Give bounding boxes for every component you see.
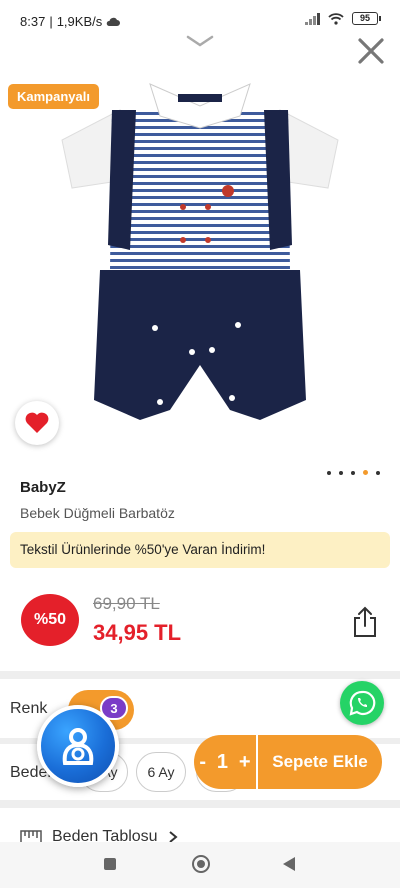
status-time: 8:37 — [20, 14, 46, 29]
status-separator: | — [49, 14, 53, 29]
battery-icon: 95 — [352, 12, 381, 25]
close-icon[interactable] — [356, 36, 386, 66]
cloud-icon — [106, 17, 121, 26]
home-icon[interactable] — [192, 855, 210, 873]
back-icon[interactable] — [282, 856, 296, 872]
quantity-stepper: - 1 + — [194, 735, 258, 789]
new-price: 34,95 TL — [93, 620, 182, 645]
increase-button[interactable]: + — [239, 751, 251, 774]
whatsapp-icon — [349, 690, 376, 716]
recents-icon[interactable] — [104, 858, 116, 870]
quantity-value: 1 — [216, 750, 229, 773]
add-to-cart-bar: - 1 + Sepete Ekle — [194, 735, 382, 789]
old-price: 69,90 TL — [93, 594, 160, 613]
divider — [0, 800, 400, 808]
romper-illustration — [61, 83, 339, 420]
promo-banner[interactable]: Tekstil Ürünlerinde %50'ye Varan İndirim… — [10, 532, 390, 568]
share-icon[interactable] — [352, 606, 378, 638]
wifi-icon — [328, 12, 344, 25]
carousel-dots — [327, 470, 380, 475]
heart-icon — [25, 412, 49, 433]
carousel-dot[interactable] — [376, 470, 380, 475]
campaign-badge: Kampanyalı — [8, 84, 99, 109]
divider — [0, 671, 400, 679]
carousel-dot-active[interactable] — [363, 470, 368, 475]
add-to-cart-button[interactable]: Sepete Ekle — [258, 752, 382, 772]
status-speed: 1,9KB/s — [56, 14, 103, 29]
signal-icon — [305, 12, 320, 25]
product-image[interactable] — [0, 70, 400, 460]
carousel-dot[interactable] — [327, 470, 331, 475]
chevron-down-icon[interactable] — [186, 34, 214, 48]
whatsapp-button[interactable] — [340, 681, 384, 725]
status-left: 8:37 | 1,9KB/s — [20, 14, 121, 29]
discount-badge: %50 — [21, 594, 79, 646]
product-name: Bebek Düğmeli Barbatöz — [20, 505, 175, 521]
notification-badge: 3 — [100, 696, 128, 720]
carousel-dot[interactable] — [351, 470, 355, 475]
favorite-button[interactable] — [15, 401, 59, 445]
color-label: Renk — [10, 700, 48, 717]
app-logo-icon — [62, 728, 94, 765]
carousel-dot[interactable] — [339, 470, 343, 475]
status-bar: 8:37 | 1,9KB/s 95 — [0, 0, 400, 34]
product-brand[interactable]: BabyZ — [20, 479, 66, 496]
decrease-button[interactable]: - — [199, 751, 206, 774]
size-option[interactable]: 6 Ay — [136, 752, 186, 792]
status-right: 95 — [305, 12, 381, 25]
